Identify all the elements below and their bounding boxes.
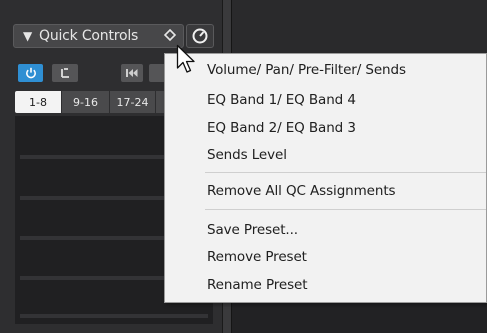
menu-item-rename-preset[interactable]: Rename Preset [207,274,308,296]
skip-forward-button[interactable] [149,64,165,82]
activate-button[interactable] [18,64,43,82]
skip-back-button[interactable] [121,64,143,82]
menu-item-eq-band-2-3[interactable]: EQ Band 2/ EQ Band 3 [207,117,356,139]
link-icon [61,68,69,78]
right-panel-header [232,0,487,57]
menu-item-remove-preset[interactable]: Remove Preset [207,246,307,268]
quick-control-slot[interactable] [20,314,208,318]
menu-item-volume-pan-prefilter-sends[interactable]: Volume/ Pan/ Pre-Filter/ Sends [207,59,406,81]
mouse-pointer-icon [176,44,195,73]
power-icon [25,67,36,79]
menu-item-eq-band-1-4[interactable]: EQ Band 1/ EQ Band 4 [207,89,356,111]
menu-separator [205,209,486,210]
skip-back-icon [126,69,138,77]
power-circle-icon [192,28,208,44]
link-button[interactable] [52,64,78,82]
menu-item-save-preset[interactable]: Save Preset... [207,219,298,241]
menu-item-remove-all-qc-assignments[interactable]: Remove All QC Assignments [207,180,396,202]
collapse-triangle-icon: ▼ [23,29,33,43]
menu-item-sends-level[interactable]: Sends Level [207,144,287,166]
quick-controls-header[interactable]: ▼ Quick Controls [13,24,184,48]
quick-controls-title: Quick Controls [39,28,139,44]
quick-controls-context-menu: Volume/ Pan/ Pre-Filter/ Sends EQ Band 1… [164,53,487,303]
tab-1-8[interactable]: 1-8 [15,91,61,113]
menu-separator [205,172,486,173]
tab-17-24[interactable]: 17-24 [110,91,155,113]
tab-9-16[interactable]: 9-16 [62,91,109,113]
diamond-outline-icon[interactable] [163,28,177,44]
